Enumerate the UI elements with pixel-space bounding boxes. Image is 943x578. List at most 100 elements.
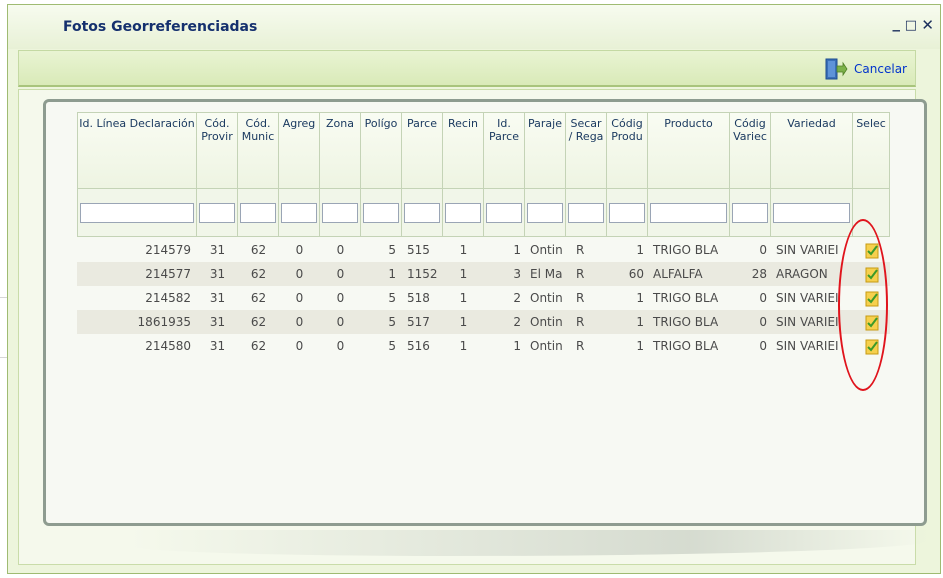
filter-input-codigo-producto[interactable]	[609, 203, 645, 223]
column-header[interactable]: Cód. Provir	[197, 112, 238, 189]
cell-codigo-producto: 1	[636, 291, 644, 305]
filter-input-parcela[interactable]	[404, 203, 440, 223]
cell-id-linea: 214582	[145, 291, 191, 305]
cell-codigo-variedad: 0	[759, 243, 767, 257]
column-header[interactable]: Selec	[853, 112, 890, 189]
filter-input-id-parcela[interactable]	[486, 203, 522, 223]
filter-input-zona[interactable]	[322, 203, 358, 223]
cancel-label: Cancelar	[854, 62, 907, 76]
dialog-window: Fotos Georreferenciadas _ □ ✕ Cancelar I…	[7, 4, 941, 574]
cell-codigo-producto: 1	[636, 339, 644, 353]
cell-variedad: SIN VARIEI	[776, 243, 839, 257]
cell-codigo-variedad: 0	[759, 339, 767, 353]
filter-input-agregado[interactable]	[281, 203, 317, 223]
cell-id-linea: 214580	[145, 339, 191, 353]
cell-municipio: 62	[250, 315, 267, 329]
cell-provincia: 31	[209, 315, 226, 329]
cell-secano-regadio: R	[576, 243, 585, 257]
column-header[interactable]: Parce	[402, 112, 443, 189]
filter-cell	[77, 189, 197, 237]
filter-input-provincia[interactable]	[199, 203, 235, 223]
cell-agregado: 0	[295, 315, 304, 329]
filter-cell	[361, 189, 402, 237]
cell-id-parcela: 1	[513, 243, 521, 257]
column-header[interactable]: Paraje	[525, 112, 566, 189]
column-header[interactable]: Cód. Munic	[238, 112, 279, 189]
column-header[interactable]: Secar / Rega	[566, 112, 607, 189]
cell-secano-regadio: R	[576, 267, 585, 281]
close-button[interactable]: ✕	[921, 17, 934, 33]
cell-secano-regadio: R	[576, 339, 585, 353]
cell-recinto: 1	[459, 267, 468, 281]
filter-input-municipio[interactable]	[240, 203, 276, 223]
toolbar: Cancelar	[18, 50, 916, 87]
cell-codigo-variedad: 28	[751, 267, 767, 281]
cell-zona: 0	[336, 243, 345, 257]
cell-id-linea: 1861935	[137, 315, 191, 329]
cell-poligono: 1	[388, 267, 396, 281]
filter-cell	[197, 189, 238, 237]
table-row[interactable]: 214580 31 62 0 0 5 516 1 1 Ontin R 1 TRI…	[77, 334, 890, 358]
cell-codigo-producto: 60	[628, 267, 644, 281]
column-header[interactable]: Códig Variec	[730, 112, 771, 189]
cell-agregado: 0	[295, 267, 304, 281]
filter-input-variedad[interactable]	[773, 203, 850, 223]
cell-recinto: 1	[459, 291, 468, 305]
exit-door-icon	[825, 58, 848, 80]
filter-input-codigo-variedad[interactable]	[732, 203, 768, 223]
filter-input-secano-regadio[interactable]	[568, 203, 604, 223]
cell-poligono: 5	[388, 243, 396, 257]
cell-paraje: Ontin	[530, 339, 563, 353]
filter-cell	[320, 189, 361, 237]
grid-filter-row	[77, 189, 890, 237]
column-header[interactable]: Id. Parce	[484, 112, 525, 189]
cell-zona: 0	[336, 267, 345, 281]
cell-agregado: 0	[295, 243, 304, 257]
title-bar[interactable]: Fotos Georreferenciadas _ □ ✕	[8, 5, 940, 49]
highlight-ring	[838, 219, 888, 391]
cell-provincia: 31	[209, 243, 226, 257]
column-header[interactable]: Id. Línea Declaración	[77, 112, 197, 189]
filter-input-poligono[interactable]	[363, 203, 399, 223]
column-header[interactable]: Zona	[320, 112, 361, 189]
cell-zona: 0	[336, 291, 345, 305]
filter-cell	[279, 189, 320, 237]
column-header[interactable]: Polígo	[361, 112, 402, 189]
background-line	[0, 357, 7, 358]
column-header[interactable]: Variedad	[771, 112, 853, 189]
filter-cell	[443, 189, 484, 237]
maximize-button[interactable]: □	[905, 18, 917, 34]
table-row[interactable]: 1861935 31 62 0 0 5 517 1 2 Ontin R 1 TR…	[77, 310, 890, 334]
cell-producto: TRIGO BLA	[653, 243, 719, 257]
table-row[interactable]: 214582 31 62 0 0 5 518 1 2 Ontin R 1 TRI…	[77, 286, 890, 310]
filter-input-producto[interactable]	[650, 203, 727, 223]
filter-input-id-linea[interactable]	[80, 203, 194, 223]
cell-parcela: 1152	[407, 267, 438, 281]
column-header[interactable]: Códig Produ	[607, 112, 648, 189]
cell-poligono: 5	[388, 315, 396, 329]
cell-zona: 0	[336, 339, 345, 353]
cell-agregado: 0	[295, 291, 304, 305]
table-row[interactable]: 214579 31 62 0 0 5 515 1 1 Ontin R 1 TRI…	[77, 238, 890, 262]
column-header[interactable]: Agreg	[279, 112, 320, 189]
cell-id-parcela: 2	[513, 315, 521, 329]
cell-paraje: Ontin	[530, 291, 563, 305]
cell-parcela: 515	[407, 243, 430, 257]
grid-header-row: Id. Línea Declaración Cód. Provir Cód. M…	[77, 112, 890, 189]
filter-input-paraje[interactable]	[527, 203, 563, 223]
cancel-button[interactable]: Cancelar	[824, 57, 907, 81]
table-row[interactable]: 214577 31 62 0 0 1 1152 1 3 El Ma R 60 A…	[77, 262, 890, 286]
cell-producto: TRIGO BLA	[653, 339, 719, 353]
cell-codigo-producto: 1	[636, 315, 644, 329]
cell-id-linea: 214577	[145, 267, 191, 281]
minimize-button[interactable]: _	[893, 15, 901, 31]
column-header[interactable]: Recin	[443, 112, 484, 189]
cell-parcela: 517	[407, 315, 430, 329]
window-title: Fotos Georreferenciadas	[63, 19, 258, 35]
column-header[interactable]: Producto	[648, 112, 730, 189]
cell-municipio: 62	[250, 339, 267, 353]
cell-parcela: 518	[407, 291, 430, 305]
filter-input-recinto[interactable]	[445, 203, 481, 223]
cell-agregado: 0	[295, 339, 304, 353]
cell-provincia: 31	[209, 291, 226, 305]
